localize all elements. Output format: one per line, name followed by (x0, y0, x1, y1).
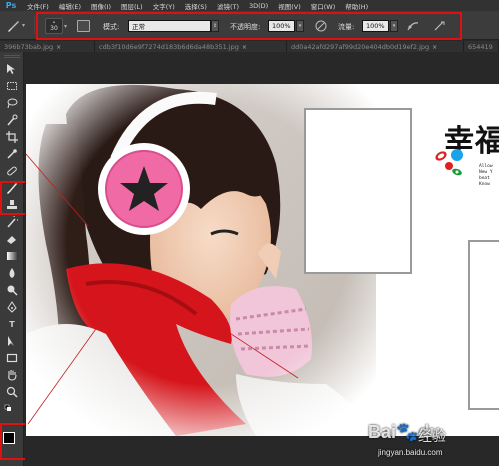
menu-image[interactable]: 图像(I) (86, 1, 116, 11)
menu-file[interactable]: 文件(F) (22, 1, 54, 11)
document-tabs: 396b73bab.jpg × cdb3f10d6e9f7274d183b6d6d… (0, 41, 499, 52)
document-tab[interactable]: 654419 (464, 41, 499, 52)
menu-type[interactable]: 文字(Y) (148, 1, 180, 11)
hand-tool-icon[interactable] (5, 368, 19, 382)
card-small-text: Allow New Y beat Know (479, 164, 493, 187)
menu-layer[interactable]: 图层(L) (116, 1, 148, 11)
tools-panel: T (0, 52, 60, 466)
path-selection-tool-icon[interactable] (5, 334, 19, 348)
close-icon[interactable]: × (56, 44, 61, 51)
document-tab[interactable]: dd0a42afd297af99d20e404db0d19ef2.jpg × (287, 41, 464, 52)
pen-tool-icon[interactable] (5, 300, 19, 314)
blur-tool-icon[interactable] (5, 266, 19, 280)
eyedropper-tool-icon[interactable] (5, 147, 19, 161)
options-bar: ▾ • 30 ▾ 模式: 正常 ⇕ 不透明度: 100% ▾ 流量: 100% … (0, 11, 499, 40)
eraser-tool-icon[interactable] (5, 232, 19, 246)
menu-filter[interactable]: 滤镜(T) (212, 1, 244, 11)
close-icon[interactable]: × (242, 44, 247, 51)
watermark: Bai🐾du 经验 jingyan.baidu.com (360, 418, 495, 463)
lasso-tool-icon[interactable] (5, 96, 19, 110)
document-tab[interactable]: 396b73bab.jpg × (0, 41, 95, 52)
close-icon[interactable]: × (432, 44, 437, 51)
gradient-tool-icon[interactable] (5, 249, 19, 263)
tab-title: 654419 (468, 43, 493, 51)
colorful-logo-image (435, 149, 463, 176)
separator (34, 17, 35, 34)
document-canvas[interactable]: 幸福 Allow New Y beat Know (26, 84, 499, 436)
tab-title: 396b73bab.jpg (4, 43, 54, 51)
menu-edit[interactable]: 编辑(E) (54, 1, 86, 11)
history-brush-tool-icon[interactable] (5, 215, 19, 229)
brush-preset-icon[interactable] (6, 19, 20, 33)
default-colors-icon[interactable] (4, 404, 20, 416)
move-tool-icon[interactable] (5, 62, 19, 76)
menu-3d[interactable]: 3D(D) (244, 2, 273, 10)
zoom-tool-icon[interactable] (5, 385, 19, 399)
healing-brush-tool-icon[interactable] (5, 164, 19, 178)
photo-frame-placeholder (468, 240, 499, 410)
type-tool-icon[interactable]: T (5, 317, 19, 331)
crop-tool-icon[interactable] (5, 130, 19, 144)
watermark-word: 经验 (418, 429, 446, 445)
photo-frame-placeholder (304, 108, 412, 274)
dodge-tool-icon[interactable] (5, 283, 19, 297)
quick-select-tool-icon[interactable] (5, 113, 19, 127)
menu-help[interactable]: 帮助(H) (340, 1, 373, 11)
menu-window[interactable]: 窗口(W) (306, 1, 341, 11)
rectangle-tool-icon[interactable] (5, 351, 19, 365)
menu-bar: Ps 文件(F) 编辑(E) 图像(I) 图层(L) 文字(Y) 选择(S) 滤… (0, 0, 499, 11)
highlight-box-options (36, 12, 462, 40)
watermark-url: jingyan.baidu.com (378, 448, 443, 457)
menu-select[interactable]: 选择(S) (180, 1, 212, 11)
menu-view[interactable]: 视图(V) (273, 1, 306, 11)
marquee-tool-icon[interactable] (5, 79, 19, 93)
toolbar-grip[interactable] (4, 55, 20, 58)
tab-title: cdb3f10d6e9f7274d183b6d6da48b351.jpg (99, 43, 239, 51)
tab-title: dd0a42afd297af99d20e404db0d19ef2.jpg (291, 43, 430, 51)
watermark-brand: Bai (368, 422, 397, 442)
document-tab[interactable]: cdb3f10d6e9f7274d183b6d6da48b351.jpg × (95, 41, 287, 52)
photoshop-logo: Ps (5, 1, 17, 10)
chevron-down-icon[interactable]: ▾ (22, 22, 25, 29)
